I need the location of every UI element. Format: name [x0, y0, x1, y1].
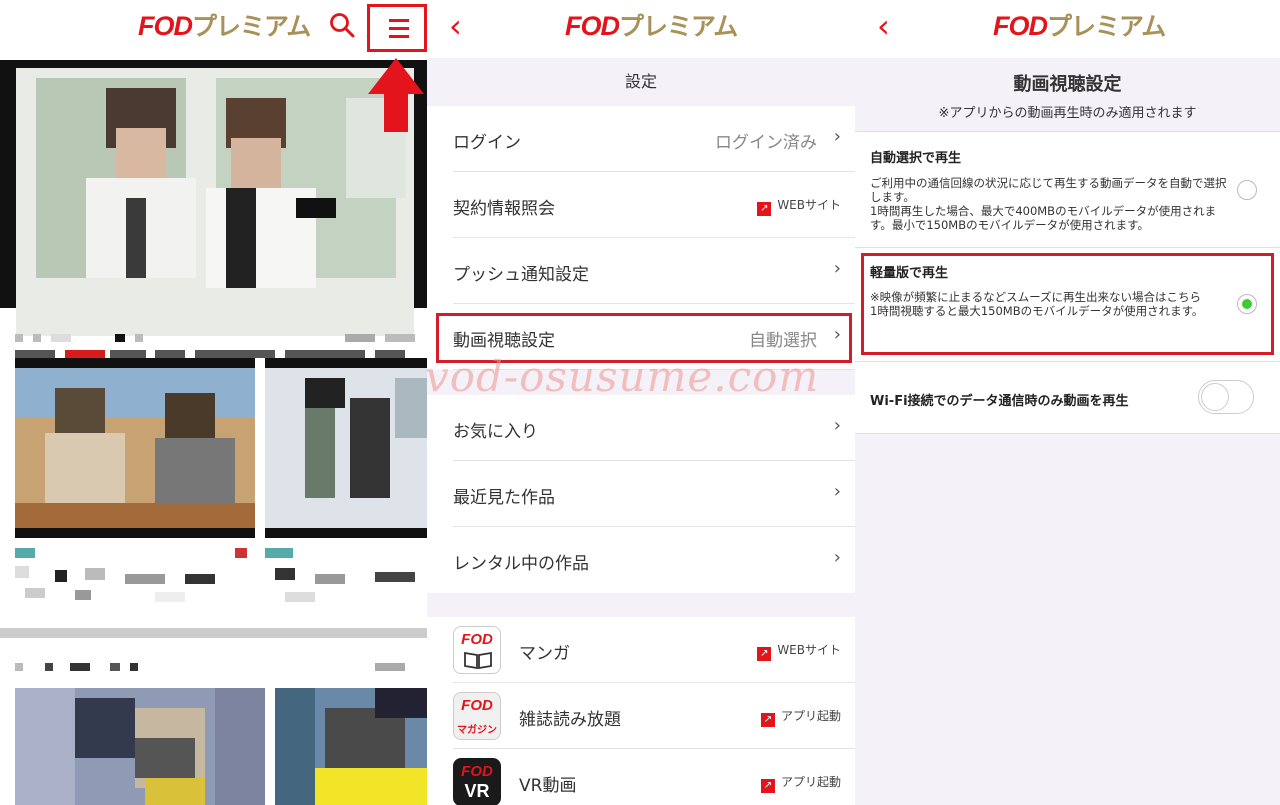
settings-menu-panel: ‹ FODプレミアム 設定 ログイン ログイン済み › 契約情報照会 ↗ WEBサ…	[427, 0, 855, 805]
settings-item-rentals[interactable]: レンタル中の作品 ›	[453, 527, 855, 593]
chevron-right-icon: ›	[833, 415, 841, 436]
red-up-arrow	[368, 58, 424, 132]
highlight-box	[436, 313, 852, 363]
settings-item-push-notification[interactable]: プッシュ通知設定 ›	[453, 238, 855, 304]
search-icon[interactable]	[329, 12, 355, 38]
settings-item-recently-watched[interactable]: 最近見た作品 ›	[453, 461, 855, 527]
row-title-placeholder	[15, 328, 145, 342]
radio-auto-select[interactable]	[1237, 180, 1257, 200]
header: FODプレミアム	[0, 0, 427, 58]
wifi-only-toggle[interactable]	[1198, 380, 1254, 414]
fod-magazine-app-icon: FOD マガジン	[453, 692, 501, 740]
hamburger-menu-icon	[389, 19, 409, 22]
home-panel: FODプレミアム	[0, 0, 427, 805]
header: ‹ FODプレミアム	[855, 0, 1280, 58]
content-thumbnail[interactable]	[15, 688, 265, 805]
wifi-only-setting: Wi-Fi接続でのデータ通信時のみ動画を再生	[855, 362, 1280, 434]
hamburger-menu-button[interactable]	[367, 4, 427, 52]
page-title: 動画視聴設定	[1013, 74, 1122, 95]
back-chevron-icon[interactable]: ‹	[877, 8, 890, 44]
page-subtitle: ※アプリからの動画再生時のみ適用されます	[938, 106, 1197, 121]
option-auto-select[interactable]: 自動選択で再生 ご利用中の通信回線の状況に応じて再生する動画データを自動で選択し…	[855, 131, 1280, 248]
chevron-right-icon: ›	[833, 258, 841, 279]
fod-manga-app-icon: FOD	[453, 626, 501, 674]
highlight-box	[861, 253, 1274, 355]
app-item-magazine[interactable]: FOD マガジン 雑誌読み放題 ↗ アプリ起動	[453, 683, 855, 749]
fod-logo[interactable]: FODプレミアム	[138, 10, 311, 42]
app-item-vr[interactable]: FOD VR VR動画 ↗ アプリ起動	[453, 749, 855, 805]
external-link-icon: ↗	[760, 779, 775, 793]
chevron-right-icon: ›	[833, 126, 841, 147]
hero-image	[16, 68, 414, 336]
fod-logo: FODプレミアム	[993, 11, 1166, 41]
header: ‹ FODプレミアム	[427, 0, 855, 58]
content-thumbnail[interactable]	[15, 358, 255, 538]
fod-vr-app-icon: FOD VR	[453, 758, 501, 805]
settings-item-login[interactable]: ログイン ログイン済み ›	[453, 106, 855, 172]
app-item-manga[interactable]: FOD マンガ ↗ WEBサイト	[453, 617, 855, 683]
section-divider	[0, 628, 427, 638]
content-thumbnail[interactable]	[275, 688, 427, 805]
app-list: FOD マンガ ↗ WEBサイト FOD マガジン 雑誌読み放題 ↗ アプリ起動 F…	[427, 617, 855, 805]
section-title: 設定	[624, 72, 657, 91]
content-thumbnail[interactable]	[265, 358, 427, 538]
external-link-icon: ↗	[757, 202, 772, 216]
video-playback-settings-panel: ‹ FODプレミアム 動画視聴設定 ※アプリからの動画再生時のみ適用されます 自…	[855, 0, 1280, 805]
back-chevron-icon[interactable]: ‹	[449, 8, 462, 44]
settings-item-favorites[interactable]: お気に入り ›	[453, 395, 855, 461]
external-link-icon: ↗	[760, 713, 775, 727]
hero-banner[interactable]	[0, 60, 427, 358]
chevron-right-icon: ›	[833, 481, 841, 502]
content-meta-placeholder	[15, 548, 247, 602]
fod-logo: FODプレミアム	[565, 11, 738, 41]
chevron-right-icon: ›	[833, 547, 841, 568]
settings-item-contract-info[interactable]: 契約情報照会 ↗ WEBサイト	[453, 172, 855, 238]
external-link-icon: ↗	[757, 647, 772, 661]
library-list: お気に入り › 最近見た作品 › レンタル中の作品 ›	[427, 395, 855, 593]
